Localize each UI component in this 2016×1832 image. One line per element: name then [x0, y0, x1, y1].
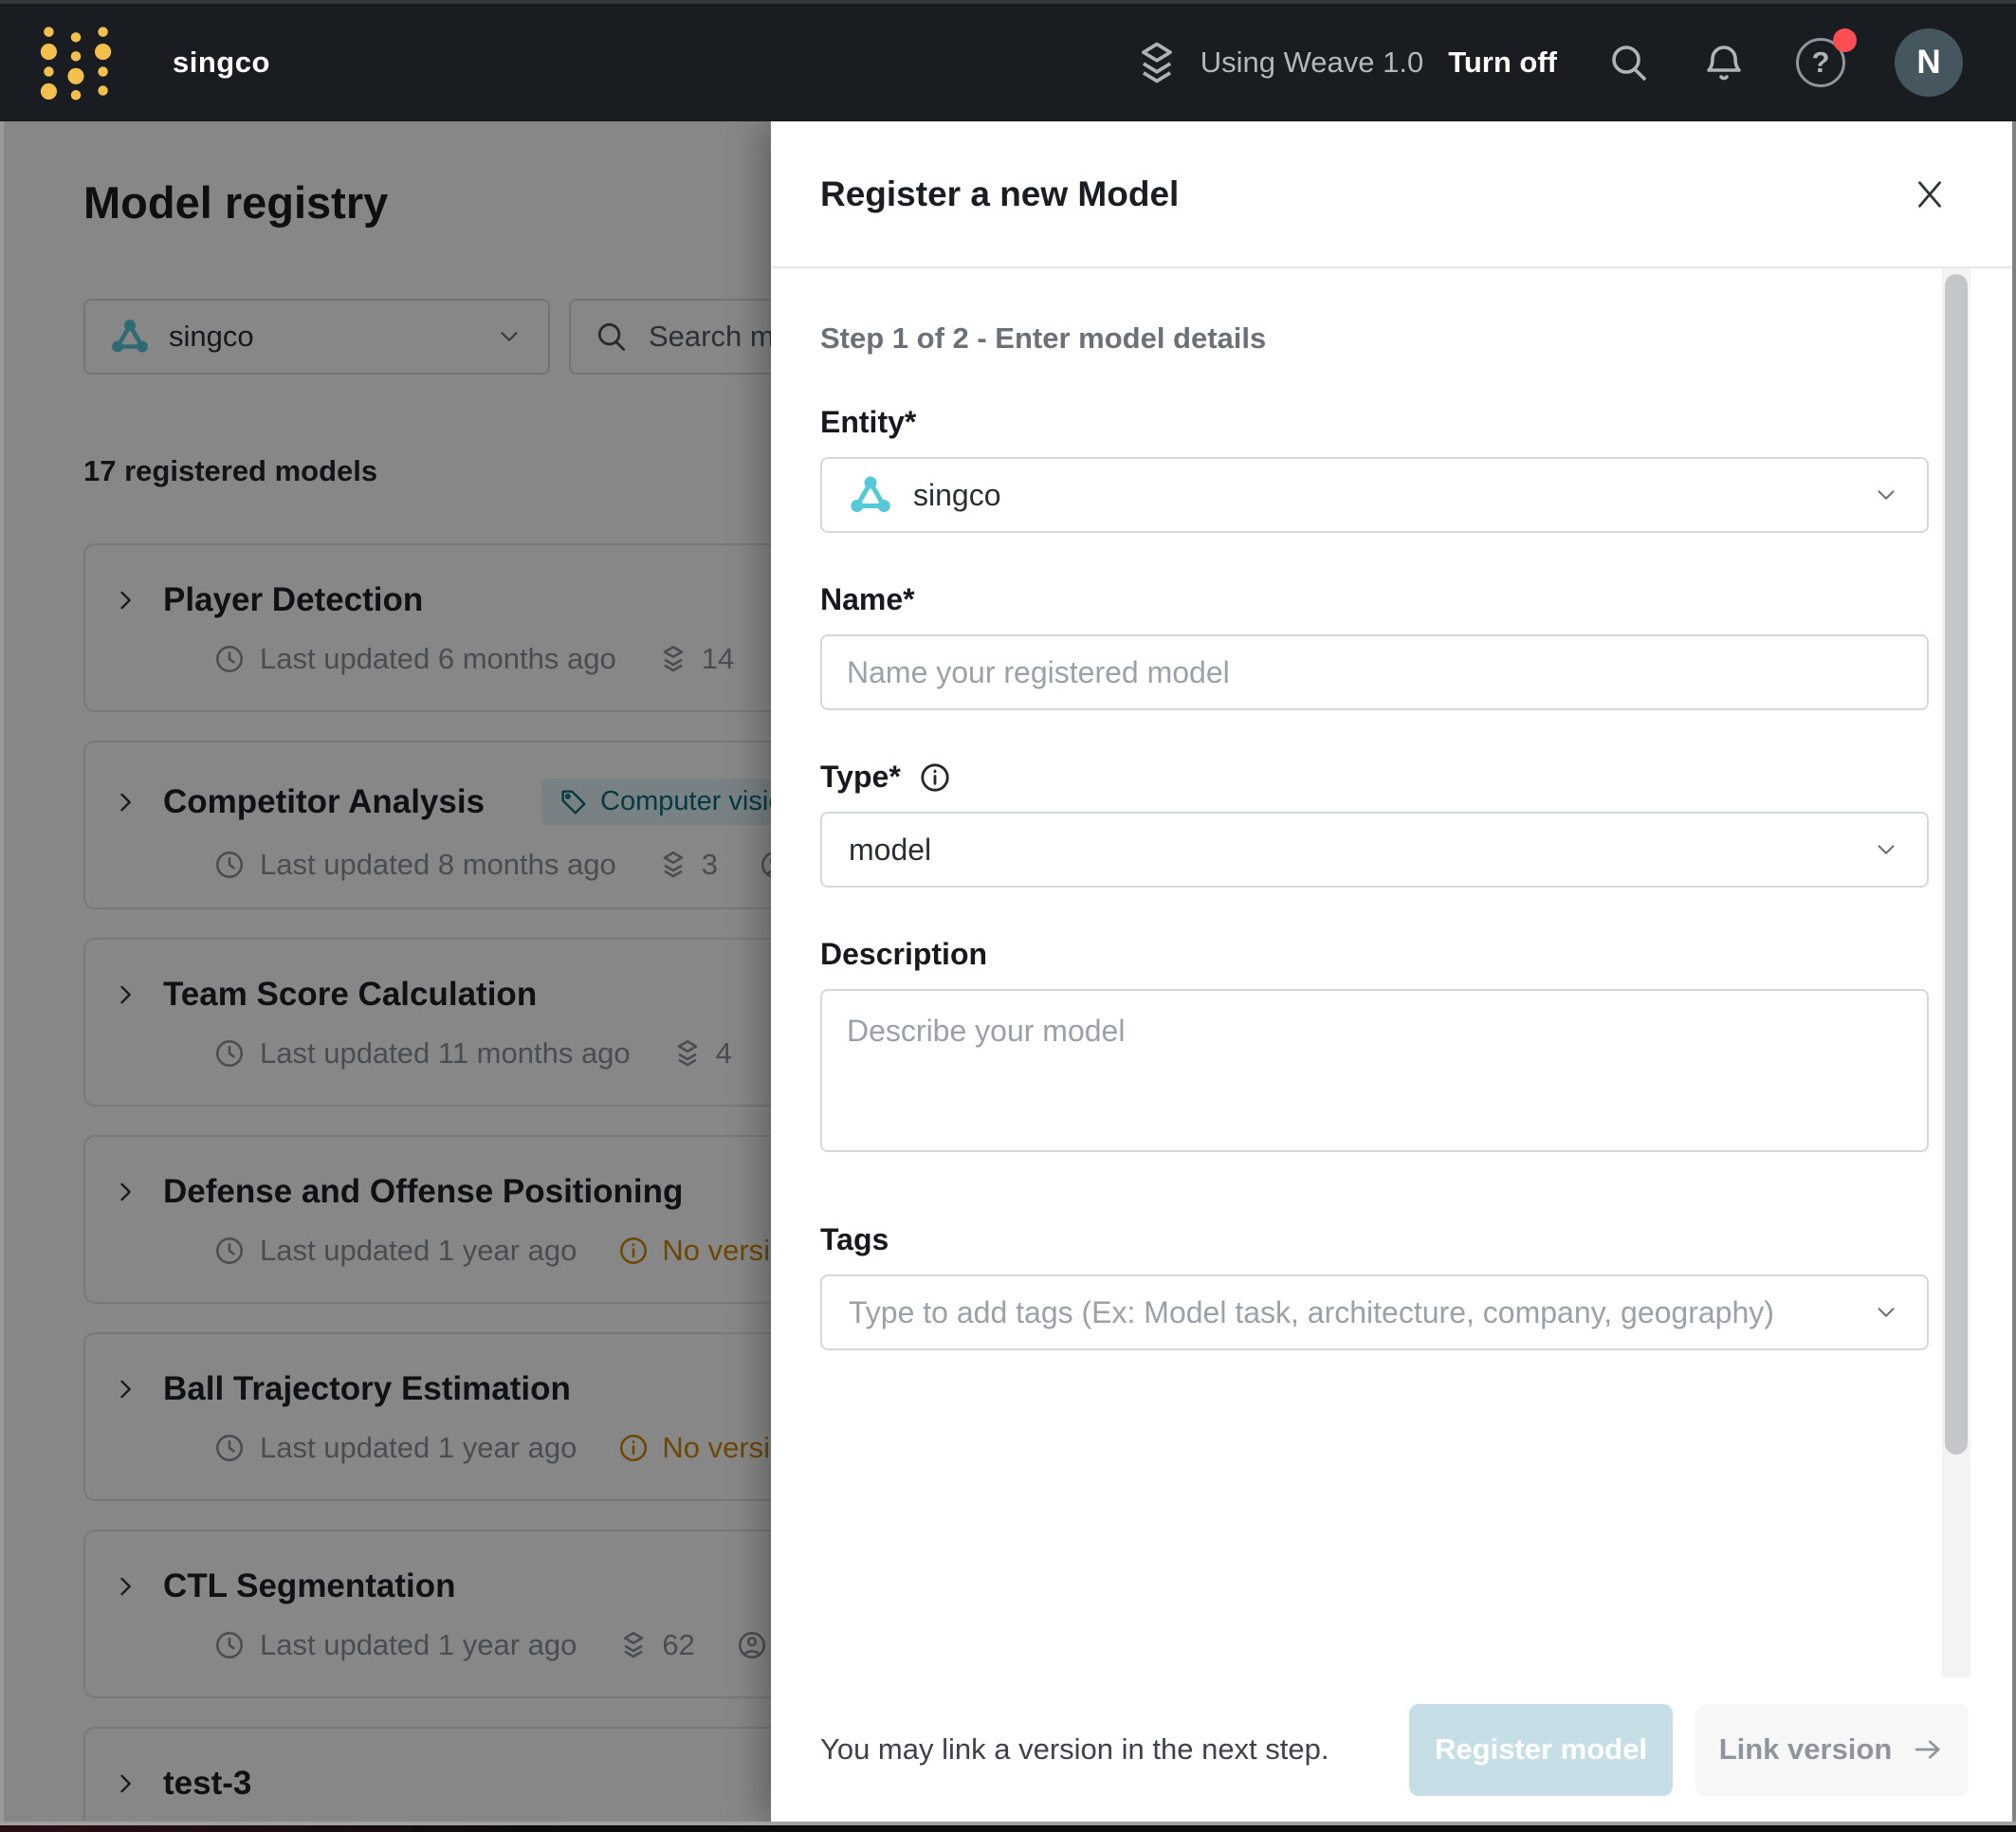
search-icon[interactable]: [1606, 40, 1652, 85]
entity-select[interactable]: singco: [820, 457, 1929, 533]
tags-label: Tags: [820, 1222, 1929, 1257]
arrow-right-icon: [1915, 1740, 1940, 1759]
drawer-header: Register a new Model: [771, 121, 2012, 268]
wandb-logo-icon[interactable]: [38, 23, 114, 102]
link-version-button[interactable]: Link version: [1695, 1703, 1969, 1796]
window-bottom-edge: [0, 1822, 2016, 1832]
entity-select-value: singco: [913, 477, 1001, 512]
close-icon[interactable]: [1910, 174, 1950, 214]
type-select-value: model: [849, 832, 932, 867]
notification-dot: [1833, 28, 1857, 52]
window-left-edge: [0, 121, 4, 1832]
description-label-text: Description: [820, 937, 988, 971]
chevron-down-icon: [1878, 490, 1895, 500]
footer-note: You may link a version in the next step.: [820, 1732, 1329, 1766]
drawer-footer: You may link a version in the next step.…: [771, 1677, 2012, 1822]
link-version-label: Link version: [1718, 1732, 1893, 1766]
type-label-text: Type*: [820, 760, 901, 794]
step-indicator: Step 1 of 2 - Enter model details: [820, 321, 1267, 355]
drawer-scrollbar-thumb[interactable]: [1945, 274, 1968, 1455]
tags-placeholder: Type to add tags (Ex: Model task, archit…: [849, 1294, 1774, 1329]
info-icon[interactable]: [918, 760, 952, 795]
chevron-down-icon: [1878, 845, 1895, 854]
name-label-text: Name*: [820, 582, 915, 616]
topbar-actions: Using Weave 1.0 Turn off ? N: [1132, 28, 1963, 97]
entity-label: Entity*: [820, 405, 1929, 440]
weave-status-text: Using Weave 1.0: [1200, 46, 1424, 79]
top-nav-bar: singco Using Weave 1.0 Turn off ? N: [0, 0, 2016, 121]
tags-label-text: Tags: [820, 1222, 889, 1256]
register-model-drawer: Register a new Model Step 1 of 2 - Enter…: [771, 121, 2012, 1822]
type-label: Type*: [820, 760, 1929, 795]
description-textarea[interactable]: [820, 989, 1929, 1152]
type-select[interactable]: model: [820, 812, 1929, 888]
turn-off-button[interactable]: Turn off: [1448, 46, 1557, 80]
drawer-scrollbar-track[interactable]: [1942, 268, 1970, 1677]
tags-select[interactable]: Type to add tags (Ex: Model task, archit…: [820, 1274, 1929, 1350]
help-button[interactable]: ?: [1796, 28, 1857, 87]
drawer-title: Register a new Model: [820, 174, 1180, 213]
chevron-down-icon: [1878, 1308, 1895, 1317]
workspace-title: singco: [173, 46, 270, 79]
bell-icon[interactable]: [1701, 40, 1747, 85]
team-entity-icon: [851, 476, 890, 513]
name-label: Name*: [820, 582, 1929, 617]
description-label: Description: [820, 937, 1929, 972]
weave-status-group: Using Weave 1.0 Turn off: [1132, 38, 1557, 87]
entity-label-text: Entity*: [820, 405, 917, 439]
avatar[interactable]: N: [1895, 28, 1963, 97]
register-model-button[interactable]: Register model: [1409, 1703, 1673, 1796]
weave-layers-icon: [1141, 42, 1172, 83]
drawer-body: Step 1 of 2 - Enter model details Entity…: [771, 268, 2012, 1677]
name-input[interactable]: [820, 634, 1929, 710]
